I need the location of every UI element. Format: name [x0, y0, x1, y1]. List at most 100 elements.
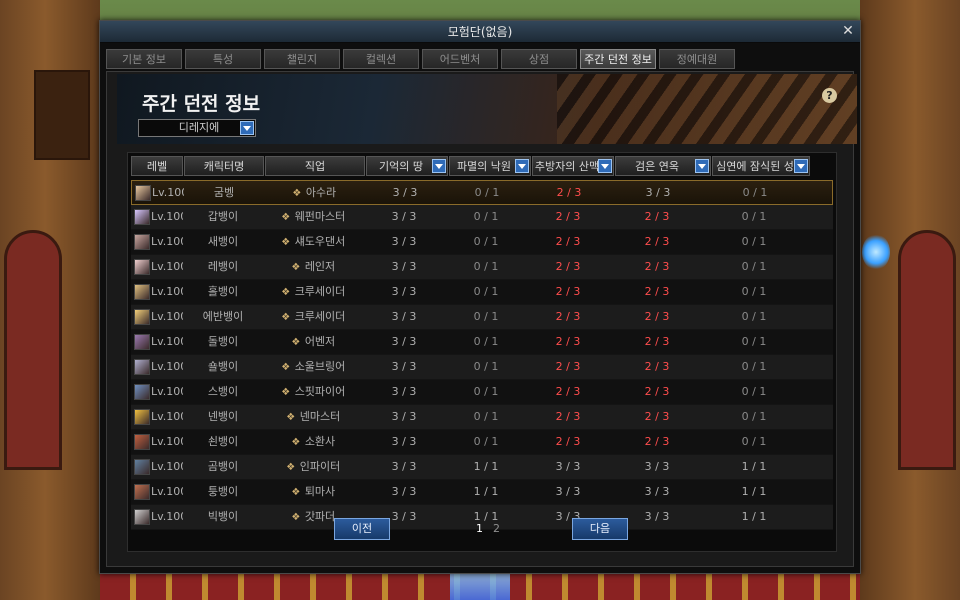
job-text: 레인저 — [304, 260, 336, 273]
level-text: Lv.100 — [151, 410, 183, 423]
window-title: 모험단(없음) — [447, 25, 513, 39]
dungeon-count-cell: 3 / 3 — [391, 385, 417, 398]
character-avatar-icon — [134, 484, 150, 500]
dungeon-count-cell: 2 / 3 — [644, 210, 670, 223]
character-avatar-icon — [134, 409, 150, 425]
table-row[interactable]: Lv.100 곰뱅이 ❖인파이터 3 / 3 1 / 1 3 / 3 3 / 3 1 / 1 — [131, 455, 833, 480]
tab-0[interactable]: 기본 정보 — [106, 49, 182, 69]
table-row[interactable]: Lv.100 홀뱅이 ❖크루세이더 3 / 3 0 / 1 2 / 3 2 / 3 0 / 1 — [131, 280, 833, 305]
table-row[interactable]: Lv.100 퉁뱅이 ❖퇴마사 3 / 3 1 / 1 3 / 3 3 / 3 1 / 1 — [131, 480, 833, 505]
tab-1[interactable]: 특성 — [185, 49, 261, 69]
table-row[interactable]: Lv.100 숄뱅이 ❖소울브링어 3 / 3 0 / 1 2 / 3 2 / 3 0 / 1 — [131, 355, 833, 380]
table-row[interactable]: Lv.100 새뱅이 ❖섀도우댄서 3 / 3 0 / 1 2 / 3 2 / 3 0 / 1 — [131, 230, 833, 255]
job-icon: ❖ — [281, 311, 291, 323]
dungeon-select[interactable]: 디레지에 — [138, 119, 256, 137]
tab-6[interactable]: 주간 던전 정보 — [580, 49, 656, 69]
table-row[interactable]: Lv.100 레뱅이 ❖레인저 3 / 3 0 / 1 2 / 3 2 / 3 0 / 1 — [131, 255, 833, 280]
dungeon-count-cell: 0 / 1 — [741, 285, 767, 298]
chevron-down-icon[interactable] — [794, 159, 808, 173]
tab-5[interactable]: 상점 — [501, 49, 577, 69]
character-name: 퉁뱅이 — [207, 485, 239, 498]
job-icon: ❖ — [291, 436, 301, 448]
character-avatar-icon — [134, 309, 150, 325]
level-cell: Lv.100 — [131, 280, 183, 304]
character-name: 홀뱅이 — [207, 285, 239, 298]
page-number-2[interactable]: 2 — [493, 522, 500, 535]
tab-3[interactable]: 컬렉션 — [343, 49, 419, 69]
dungeon-count-cell: 2 / 3 — [555, 260, 581, 273]
column-header-3[interactable]: 기억의 땅 — [366, 156, 448, 176]
dungeon-count-cell: 2 / 3 — [555, 235, 581, 248]
dungeon-count-cell: 3 / 3 — [555, 485, 581, 498]
help-icon[interactable]: ? — [822, 88, 837, 103]
dungeon-count-cell: 2 / 3 — [555, 210, 581, 223]
character-avatar-icon — [134, 284, 150, 300]
table-row[interactable]: Lv.100 굼벵 ❖아수라 3 / 3 0 / 1 2 / 3 3 / 3 0 / 1 — [131, 180, 833, 205]
job-cell: ❖ 소울브링어 — [263, 355, 363, 379]
level-text: Lv.100 — [151, 360, 183, 373]
table-row[interactable]: Lv.100 갑뱅이 ❖웨펀마스터 3 / 3 0 / 1 2 / 3 2 / 3 0 / 1 — [131, 205, 833, 230]
job-cell: ❖ 인파이터 — [263, 455, 363, 479]
chevron-down-icon[interactable] — [598, 159, 612, 173]
window-titlebar[interactable]: 모험단(없음) ✕ — [100, 21, 860, 43]
table-row[interactable]: Lv.100 에반뱅이 ❖크루세이더 3 / 3 0 / 1 2 / 3 2 / 3 0 / … — [131, 305, 833, 330]
dungeon-count-cell: 0 / 1 — [741, 260, 767, 273]
tab-7[interactable]: 정예대원 — [659, 49, 735, 69]
dungeon-count-cell: 3 / 3 — [555, 460, 581, 473]
dungeon-count-cell: 3 / 3 — [391, 485, 417, 498]
character-name: 돌뱅이 — [207, 335, 239, 348]
level-text: Lv.100 — [151, 485, 183, 498]
background-door-left — [4, 230, 62, 470]
dungeon-count-cell: 3 / 3 — [391, 285, 417, 298]
chevron-down-icon[interactable] — [240, 121, 254, 135]
dungeon-count-cell: 1 / 1 — [473, 460, 499, 473]
level-text: Lv.100 — [151, 260, 183, 273]
dungeon-count-cell: 2 / 3 — [555, 360, 581, 373]
next-page-button[interactable]: 다음 — [572, 518, 628, 540]
job-icon: ❖ — [291, 336, 301, 348]
table-row[interactable]: Lv.100 스뱅이 ❖스핏파이어 3 / 3 0 / 1 2 / 3 2 / 3 0 / 1 — [131, 380, 833, 405]
job-text: 웨펀마스터 — [294, 210, 346, 223]
page-number-1[interactable]: 1 — [476, 522, 483, 535]
dungeon-count-cell: 0 / 1 — [473, 410, 499, 423]
chevron-down-icon[interactable] — [432, 159, 446, 173]
column-header-5[interactable]: 추방자의 산맥 — [532, 156, 614, 176]
table-row[interactable]: Lv.100 넨뱅이 ❖넨마스터 3 / 3 0 / 1 2 / 3 2 / 3 0 / 1 — [131, 405, 833, 430]
banner-decoration — [557, 74, 857, 144]
table-row[interactable]: Lv.100 쇤뱅이 ❖소환사 3 / 3 0 / 1 2 / 3 2 / 3 0 / 1 — [131, 430, 833, 455]
job-icon: ❖ — [281, 361, 291, 373]
dungeon-count-cell: 2 / 3 — [555, 285, 581, 298]
column-header-7[interactable]: 심연에 잠식된 성 — [712, 156, 810, 176]
chevron-down-icon[interactable] — [515, 159, 529, 173]
background-door-right — [898, 230, 956, 470]
job-cell: ❖ 넨마스터 — [263, 405, 363, 429]
weekly-dungeon-panel: 주간 던전 정보 ? 디레지에 레벨 캐릭터명 직업 기억의 땅 파멸의 낙원 추방자의 … — [106, 71, 857, 567]
table-row[interactable]: Lv.100 돌뱅이 ❖어벤저 3 / 3 0 / 1 2 / 3 2 / 3 0 / 1 — [131, 330, 833, 355]
dungeon-count-cell: 0 / 1 — [741, 310, 767, 323]
prev-page-button[interactable]: 이전 — [334, 518, 390, 540]
job-icon: ❖ — [281, 386, 291, 398]
job-cell: ❖ 아수라 — [264, 181, 364, 204]
level-text: Lv.100 — [151, 335, 183, 348]
job-icon: ❖ — [281, 236, 291, 248]
column-header-label: 파멸의 낙원 — [456, 160, 512, 173]
dungeon-count-cell: 2 / 3 — [644, 360, 670, 373]
tab-2[interactable]: 챌린지 — [264, 49, 340, 69]
close-icon[interactable]: ✕ — [840, 24, 856, 40]
dungeon-count-cell: 2 / 3 — [644, 435, 670, 448]
tab-4[interactable]: 어드벤처 — [422, 49, 498, 69]
chevron-down-icon[interactable] — [695, 159, 709, 173]
character-avatar-icon — [134, 459, 150, 475]
level-cell: Lv.100 — [131, 430, 183, 454]
job-text: 크루세이더 — [294, 310, 346, 323]
column-header-6[interactable]: 검은 연옥 — [615, 156, 711, 176]
job-text: 넨마스터 — [299, 410, 341, 423]
column-header-4[interactable]: 파멸의 낙원 — [449, 156, 531, 176]
job-icon: ❖ — [291, 261, 301, 273]
dungeon-count-cell: 2 / 3 — [556, 186, 582, 199]
column-header-label: 심연에 잠식된 성 — [716, 160, 794, 173]
job-icon: ❖ — [292, 187, 302, 199]
column-header-2: 직업 — [265, 156, 365, 176]
dungeon-select-value: 디레지에 — [178, 121, 220, 134]
dungeon-count-cell: 2 / 3 — [644, 235, 670, 248]
